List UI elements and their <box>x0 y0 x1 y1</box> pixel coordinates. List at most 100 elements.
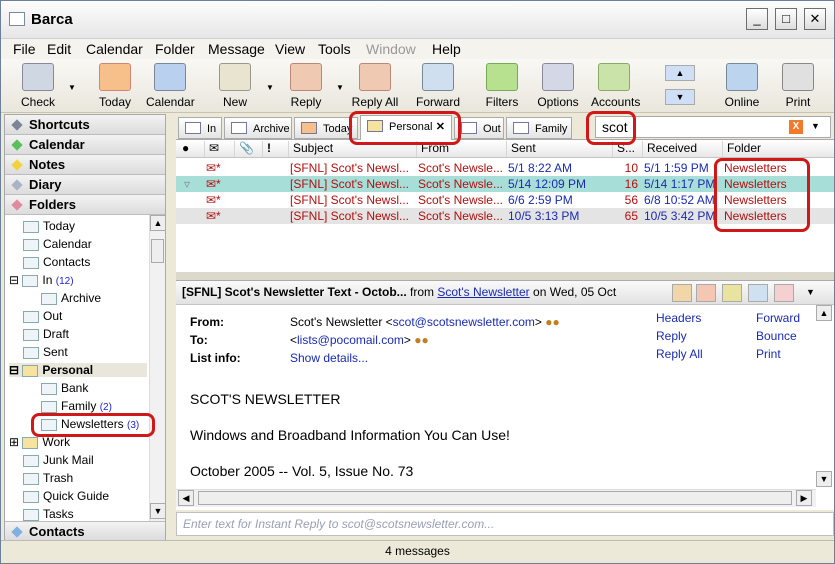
sidebar-diary[interactable]: Diary <box>5 175 165 195</box>
search-dropdown-icon[interactable]: ▼ <box>811 121 820 131</box>
reply-dropdown-icon[interactable]: ▼ <box>336 83 344 92</box>
menu-view[interactable]: View <box>275 41 305 57</box>
today-icon <box>301 122 317 134</box>
reply-all-button[interactable]: Reply All <box>351 63 399 109</box>
mark-icon[interactable] <box>722 284 742 302</box>
contacts-icon[interactable]: ●● <box>414 333 429 347</box>
sidebar-notes[interactable]: Notes <box>5 155 165 175</box>
col-folder[interactable]: Folder <box>722 141 832 157</box>
tree-item-junk-mail[interactable]: Junk Mail <box>23 453 94 467</box>
contacts-icon[interactable]: ●● <box>545 315 560 329</box>
tree-item-tasks[interactable]: Tasks <box>23 507 74 521</box>
tree-item-contacts[interactable]: Contacts <box>23 255 90 269</box>
scroll-down-icon[interactable]: ▼ <box>150 503 166 519</box>
check-button[interactable]: Check <box>17 63 59 109</box>
from-label: From: <box>190 315 224 329</box>
menu-window[interactable]: Window <box>366 41 416 57</box>
reply-button[interactable]: Reply <box>285 63 327 109</box>
menu-file[interactable]: File <box>13 41 36 57</box>
calendar-button[interactable]: Calendar <box>146 63 195 109</box>
forward-link-button[interactable]: Forward <box>756 311 800 325</box>
check-mark-icon[interactable] <box>774 284 794 302</box>
preview-scroll-down-icon[interactable]: ▼ <box>816 471 832 487</box>
scroll-thumb[interactable] <box>151 239 164 263</box>
scroll-right-icon[interactable]: ▶ <box>796 490 812 506</box>
title-bar[interactable]: Barca _ □ ✕ <box>1 1 834 39</box>
tree-item-out[interactable]: Out <box>23 309 62 323</box>
reply-link-button[interactable]: Reply <box>656 329 687 343</box>
check-dropdown-icon[interactable]: ▼ <box>68 83 76 92</box>
today-button[interactable]: Today <box>94 63 136 109</box>
col-status-icon[interactable]: ✉ <box>204 141 228 157</box>
new-dropdown-icon[interactable]: ▼ <box>266 83 274 92</box>
sidebar-calendar[interactable]: Calendar <box>5 135 165 155</box>
gear-icon <box>542 63 574 91</box>
menu-edit[interactable]: Edit <box>47 41 71 57</box>
tree-item-family[interactable]: Family (2) <box>41 399 112 413</box>
close-button[interactable]: ✕ <box>804 8 826 30</box>
sidebar-folders[interactable]: Folders <box>5 195 165 215</box>
menu-tools[interactable]: Tools <box>318 41 351 57</box>
filters-button[interactable]: Filters <box>483 63 521 109</box>
layout-icon[interactable] <box>748 284 768 302</box>
print-link-button[interactable]: Print <box>756 347 781 361</box>
clear-search-icon[interactable]: X <box>789 120 803 134</box>
delete-icon[interactable] <box>696 284 716 302</box>
scroll-left-icon[interactable]: ◀ <box>178 490 194 506</box>
new-button[interactable]: New <box>215 63 255 109</box>
tree-item-personal[interactable]: ⊟ Personal <box>9 363 147 377</box>
preview-scroll-up-icon[interactable]: ▲ <box>816 305 832 321</box>
tab-family[interactable]: Family <box>506 117 572 139</box>
maximize-button[interactable]: □ <box>775 8 797 30</box>
minimize-button[interactable]: _ <box>746 8 768 30</box>
tab-out[interactable]: Out <box>454 117 504 139</box>
forward-button[interactable]: Forward <box>415 63 461 109</box>
scroll-up-icon[interactable]: ▲ <box>150 215 166 231</box>
print-button[interactable]: Print <box>781 63 815 109</box>
menu-message[interactable]: Message <box>208 41 265 57</box>
instant-reply-input[interactable]: Enter text for Instant Reply to scot@sco… <box>176 512 834 536</box>
scroll-down-toolbar-icon[interactable]: ▼ <box>665 89 695 105</box>
colors-icon[interactable] <box>672 284 692 302</box>
sender-link[interactable]: Scot's Newsletter <box>437 285 529 299</box>
menu-folder[interactable]: Folder <box>155 41 195 57</box>
options-button[interactable]: Options <box>537 63 579 109</box>
pane-splitter[interactable] <box>176 272 834 280</box>
to-email-link[interactable]: lists@pocomail.com <box>297 333 404 347</box>
tab-in[interactable]: In <box>178 117 222 139</box>
preview-dropdown-icon[interactable]: ▼ <box>806 287 815 297</box>
tab-archive[interactable]: Archive <box>224 117 292 139</box>
menu-calendar[interactable]: Calendar <box>86 41 143 57</box>
tree-item-bank[interactable]: Bank <box>41 381 88 395</box>
bounce-button[interactable]: Bounce <box>756 329 797 343</box>
tree-item-sent[interactable]: Sent <box>23 345 68 359</box>
hscroll-thumb[interactable] <box>198 491 792 505</box>
highlight-search <box>586 111 636 145</box>
tree-item-draft[interactable]: Draft <box>23 327 69 341</box>
col-priority-icon[interactable]: ● <box>178 141 202 157</box>
sidebar-scrollbar[interactable]: ▲ ▼ <box>149 215 166 521</box>
headers-button[interactable]: Headers <box>656 311 701 325</box>
online-button[interactable]: Online <box>723 63 761 109</box>
col-attachment-icon[interactable]: 📎 <box>234 141 258 157</box>
tree-item-trash[interactable]: Trash <box>23 471 73 485</box>
to-label: To: <box>190 333 208 347</box>
tree-item-work[interactable]: ⊞ Work <box>9 435 70 449</box>
menu-help[interactable]: Help <box>432 41 461 57</box>
reply-all-link-button[interactable]: Reply All <box>656 347 703 361</box>
from-email-link[interactable]: scot@scotsnewsletter.com <box>393 315 535 329</box>
tree-item-quick-guide[interactable]: Quick Guide <box>23 489 109 503</box>
preview-hscrollbar[interactable]: ◀ ▶ <box>176 489 816 507</box>
sidebar-shortcuts[interactable]: Shortcuts <box>5 115 165 135</box>
col-received[interactable]: Received <box>642 141 722 157</box>
tree-item-today[interactable]: Today <box>23 219 75 233</box>
tree-item-in[interactable]: ⊟ In (12) <box>9 273 74 287</box>
scroll-up-toolbar-icon[interactable]: ▲ <box>665 65 695 81</box>
accounts-button[interactable]: Accounts <box>591 63 640 109</box>
col-flag-icon[interactable]: ! <box>262 141 286 157</box>
tree-item-archive[interactable]: Archive <box>41 291 101 305</box>
show-details-link[interactable]: Show details... <box>290 351 368 365</box>
sidebar-contacts[interactable]: Contacts <box>5 521 165 541</box>
folder-icon <box>231 122 247 134</box>
tree-item-calendar[interactable]: Calendar <box>23 237 92 251</box>
